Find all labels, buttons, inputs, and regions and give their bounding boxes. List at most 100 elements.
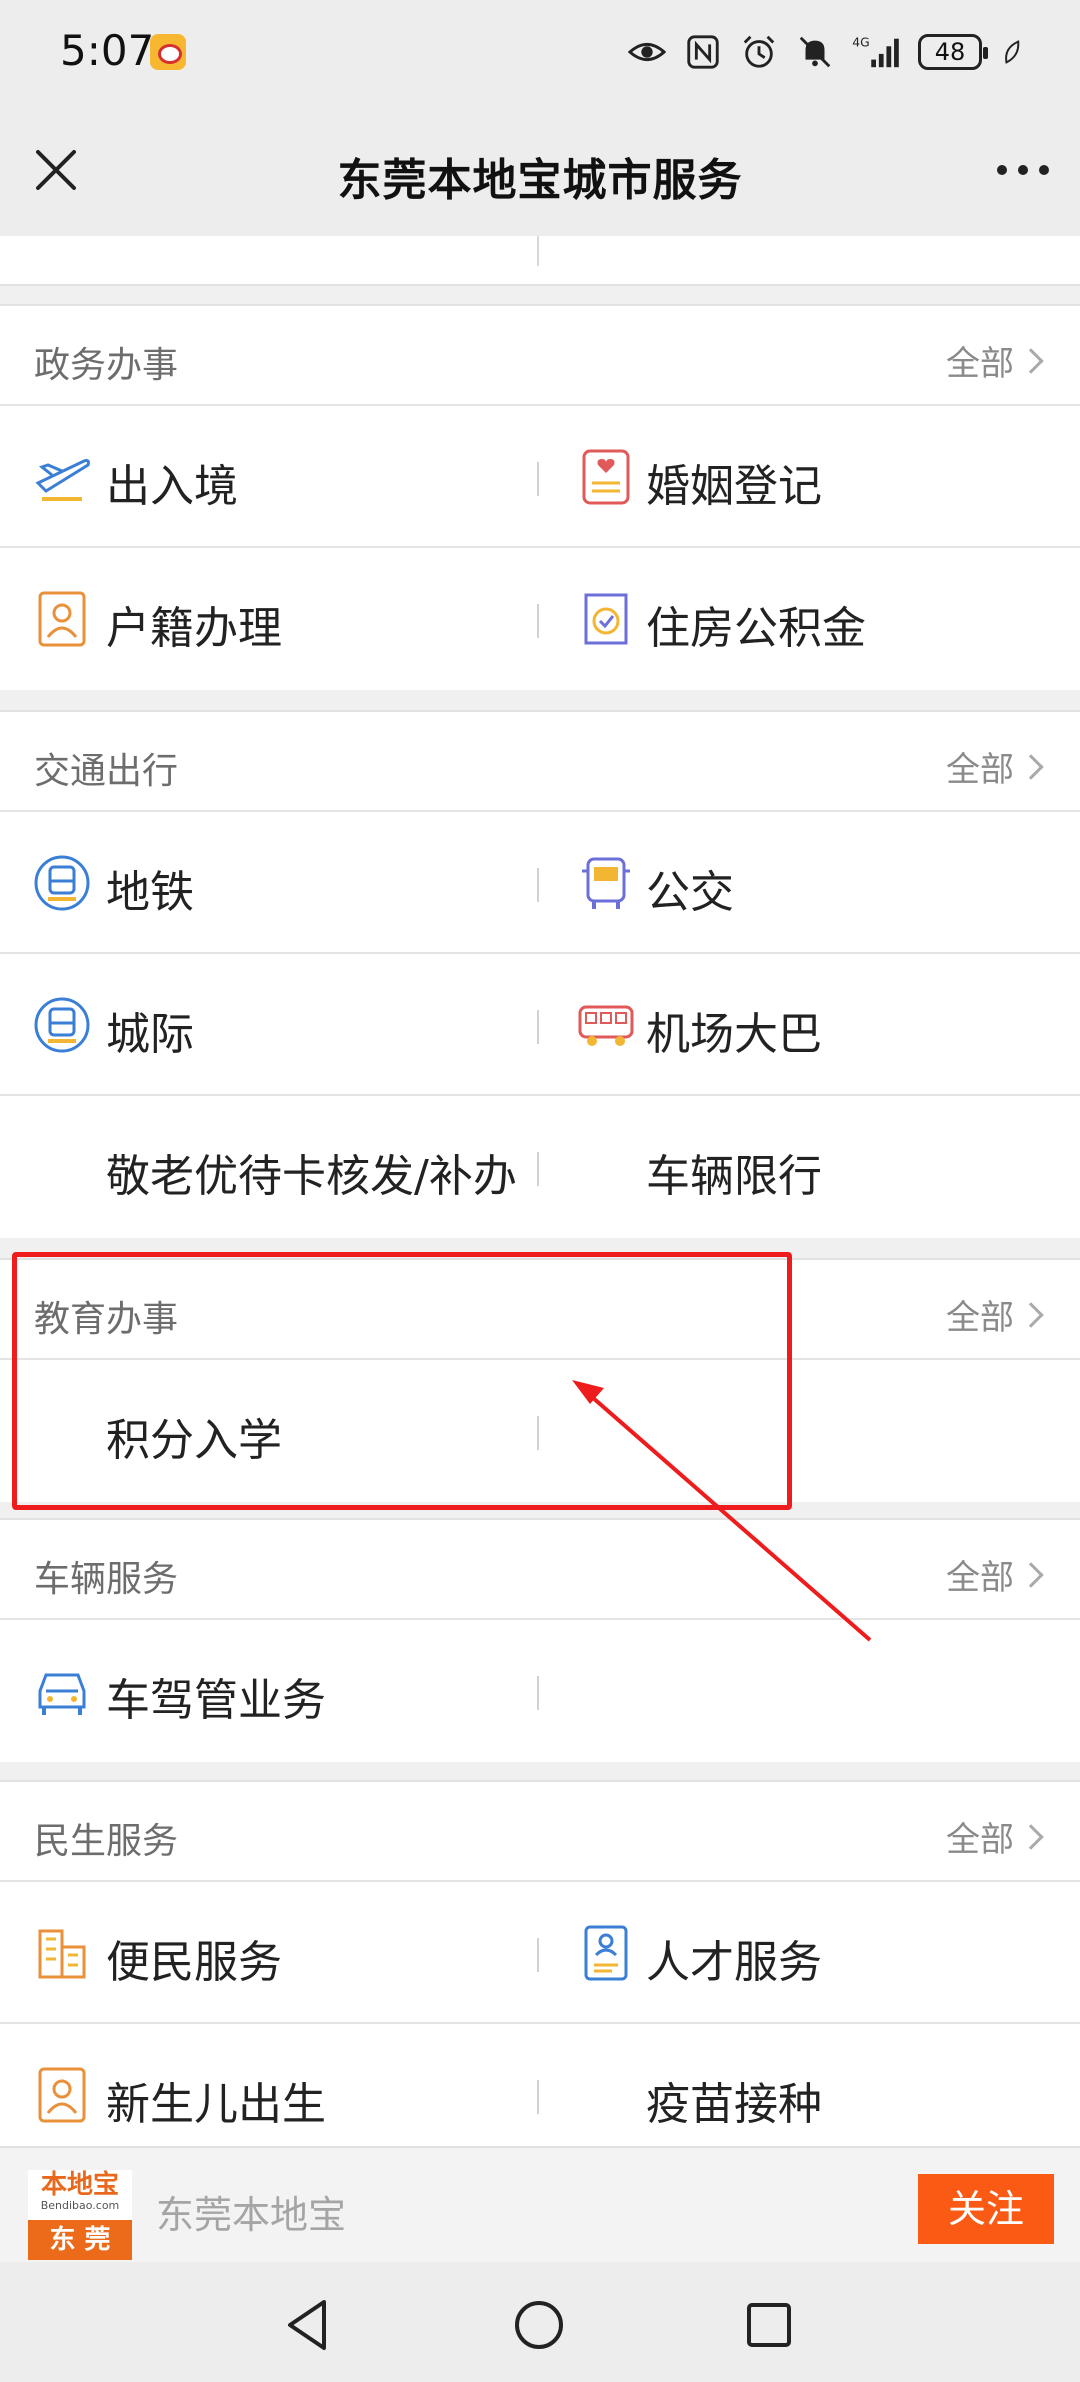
section-gov-affairs: 政务办事 全部 出入境 婚姻登记 户籍办理 住房公积金 — [0, 304, 1080, 690]
svg-text:4G: 4G — [852, 35, 869, 49]
service-item-talent[interactable]: 人才服务 — [540, 1882, 1078, 2024]
service-row: 出入境 婚姻登记 — [0, 406, 1080, 548]
service-label: 机场大巴 — [646, 1009, 822, 1060]
service-label: 住房公积金 — [646, 603, 866, 654]
divider — [537, 2080, 539, 2114]
view-all-link[interactable]: 全部 — [946, 1290, 1044, 1339]
service-item-intercity[interactable]: 城际 — [0, 954, 538, 1096]
system-nav-bar — [0, 2262, 1080, 2382]
home-circle-icon[interactable] — [504, 2290, 574, 2360]
section-header: 车辆服务 全部 — [0, 1520, 1080, 1620]
service-label: 婚姻登记 — [646, 461, 822, 512]
section-vehicle: 车辆服务 全部 车驾管业务 — [0, 1518, 1080, 1762]
service-item-bus[interactable]: 公交 — [540, 812, 1078, 954]
chevron-right-icon — [1018, 1823, 1044, 1850]
service-label: 城际 — [106, 1009, 194, 1060]
divider — [537, 1676, 539, 1710]
service-label: 新生儿出生 — [106, 2079, 326, 2130]
partial-row-cut-off — [0, 236, 1080, 286]
chevron-right-icon — [1018, 347, 1044, 374]
service-label: 公交 — [646, 867, 734, 918]
status-bar: 5:07 4G 48 — [0, 0, 1080, 104]
service-label: 车辆限行 — [646, 1151, 822, 1202]
service-row: 车驾管业务 — [0, 1620, 1080, 1762]
status-time: 5:07 — [60, 26, 155, 75]
more-options-icon[interactable] — [990, 140, 1056, 200]
battery-indicator: 48 — [918, 34, 988, 70]
view-all-link[interactable]: 全部 — [946, 1812, 1044, 1861]
divider — [537, 1010, 539, 1044]
back-triangle-icon[interactable] — [274, 2290, 344, 2360]
service-label: 户籍办理 — [106, 603, 282, 654]
top-nav-bar: 东莞本地宝城市服务 — [0, 104, 1080, 236]
logo-subtext: Bendibao.com — [40, 2199, 120, 2212]
section-livelihood: 民生服务 全部 便民服务 人才服务 新生儿出生 疫苗接种 — [0, 1780, 1080, 2146]
service-item-senior-card[interactable]: 敬老优待卡核发/补办 — [0, 1096, 538, 1238]
divider — [537, 604, 539, 638]
chevron-right-icon — [1018, 753, 1044, 780]
section-title: 车辆服务 — [34, 1559, 179, 1600]
service-item-traffic-restriction[interactable]: 车辆限行 — [540, 1096, 1078, 1238]
check-shield-icon — [584, 593, 628, 645]
divider — [537, 462, 539, 496]
section-title: 民生服务 — [34, 1821, 179, 1862]
bendibao-logo: 本地宝 Bendibao.com 东 莞 — [28, 2170, 132, 2260]
service-label: 便民服务 — [106, 1937, 282, 1988]
service-label: 人才服务 — [646, 1937, 822, 1988]
service-label: 地铁 — [106, 867, 194, 918]
page-title: 东莞本地宝城市服务 — [337, 155, 743, 206]
service-item-airport-bus[interactable]: 机场大巴 — [540, 954, 1078, 1096]
section-header: 民生服务 全部 — [0, 1782, 1080, 1882]
eye-icon — [628, 42, 666, 62]
service-item-newborn[interactable]: 新生儿出生 — [0, 2024, 538, 2146]
service-label: 敬老优待卡核发/补办 — [106, 1151, 517, 1202]
service-item-metro[interactable]: 地铁 — [0, 812, 538, 954]
nfc-icon — [687, 35, 719, 69]
signal-icon: 4G — [852, 35, 899, 68]
person-card-icon — [38, 2067, 86, 2123]
service-item-household[interactable]: 户籍办理 — [0, 548, 538, 690]
service-row: 城际 机场大巴 — [0, 954, 1080, 1096]
service-item-vaccination[interactable]: 疫苗接种 — [540, 2024, 1078, 2146]
divider — [537, 1938, 539, 1972]
service-row: 新生儿出生 疫苗接种 — [0, 2024, 1080, 2146]
service-label: 车驾管业务 — [106, 1675, 326, 1726]
buildings-icon — [38, 1929, 86, 1979]
section-title: 政务办事 — [34, 345, 179, 386]
divider — [537, 868, 539, 902]
logo-city: 东 莞 — [28, 2220, 132, 2260]
section-header: 政务办事 全部 — [0, 306, 1080, 406]
mute-bell-icon — [799, 36, 831, 68]
chevron-right-icon — [1018, 1301, 1044, 1328]
follow-button[interactable]: 关注 — [918, 2174, 1054, 2244]
divider — [537, 1152, 539, 1186]
annotation-highlight-box — [12, 1252, 792, 1510]
resume-icon — [584, 1925, 628, 1981]
service-item-marriage[interactable]: 婚姻登记 — [540, 406, 1078, 548]
service-item-vehicle-management[interactable]: 车驾管业务 — [0, 1620, 538, 1762]
heart-document-icon — [582, 449, 630, 505]
services-content[interactable]: 政务办事 全部 出入境 婚姻登记 户籍办理 住房公积金 交通出行 全部 地铁 公… — [0, 236, 1080, 2146]
view-all-link[interactable]: 全部 — [946, 742, 1044, 791]
metro-icon — [34, 855, 90, 911]
leaf-icon — [1005, 40, 1020, 64]
service-row: 敬老优待卡核发/补办 车辆限行 — [0, 1096, 1080, 1238]
follow-bar: 本地宝 Bendibao.com 东 莞 东莞本地宝 关注 — [0, 2146, 1080, 2262]
airport-bus-icon — [578, 1005, 634, 1046]
service-label: 出入境 — [106, 461, 238, 512]
person-card-icon — [38, 591, 86, 647]
intercity-train-icon — [34, 997, 90, 1053]
view-all-link[interactable]: 全部 — [946, 1550, 1044, 1599]
service-item-exit-entry[interactable]: 出入境 — [0, 406, 538, 548]
view-all-link[interactable]: 全部 — [946, 336, 1044, 385]
service-row: 便民服务 人才服务 — [0, 1882, 1080, 2024]
section-title: 交通出行 — [34, 751, 179, 792]
service-item-convenience[interactable]: 便民服务 — [0, 1882, 538, 2024]
app-root: 5:07 4G 48 东莞本地宝城市服务 政务办事 全部 出入境 婚姻登记 户籍… — [0, 0, 1080, 2382]
chevron-right-icon — [1018, 1561, 1044, 1588]
car-icon — [38, 1673, 86, 1715]
service-item-housing-fund[interactable]: 住房公积金 — [540, 548, 1078, 690]
service-row: 户籍办理 住房公积金 — [0, 548, 1080, 690]
account-name: 东莞本地宝 — [156, 2193, 347, 2237]
recents-square-icon[interactable] — [734, 2290, 804, 2360]
